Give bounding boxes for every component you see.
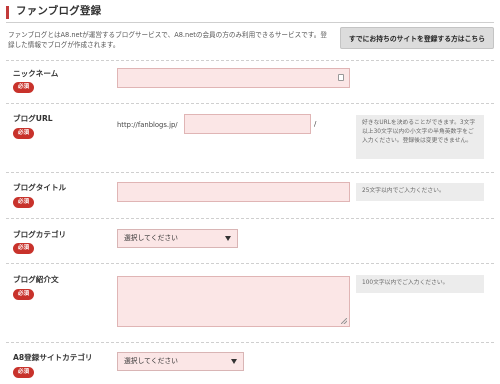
register-existing-site-button[interactable]: すでにお持ちのサイトを登録する方はこちら (340, 27, 494, 49)
intro-text: ファンブログとはA8.netが運営するブログサービスで、A8.netの会員の方の… (8, 31, 327, 49)
blog-intro-textarea[interactable] (117, 276, 350, 327)
required-badge: 必須 (13, 82, 34, 93)
blog-category-select[interactable]: 選択してください (117, 229, 238, 248)
blog-category-label: ブログカテゴリ (13, 230, 67, 239)
row-divider (6, 263, 494, 264)
a8-site-category-selected: 選択してください (124, 357, 178, 365)
required-badge: 必須 (13, 289, 34, 300)
page-header: ファンブログ登録 (0, 0, 500, 24)
nickname-input[interactable] (117, 68, 350, 88)
blog-category-selected: 選択してください (124, 234, 178, 242)
blog-title-label: ブログタイトル (13, 183, 67, 192)
blog-title-input[interactable] (117, 182, 350, 202)
page-title: ファンブログ登録 (16, 5, 102, 17)
blog-title-note: 25文字以内でご入力ください。 (356, 183, 484, 201)
required-badge: 必須 (13, 243, 34, 254)
chevron-down-icon (231, 359, 237, 364)
row-divider (6, 172, 494, 173)
required-badge: 必須 (13, 197, 34, 208)
blog-url-prefix: http://fanblogs.jp/ (117, 121, 178, 129)
blog-url-input[interactable] (184, 114, 311, 134)
header-divider (6, 22, 494, 23)
a8-site-category-label: A8登録サイトカテゴリ (13, 353, 93, 362)
resize-handle-icon[interactable] (341, 318, 347, 324)
required-badge: 必須 (13, 367, 34, 378)
row-divider (6, 103, 494, 104)
row-divider (6, 218, 494, 219)
row-divider (6, 60, 494, 61)
row-divider (6, 342, 494, 343)
a8-site-category-select[interactable]: 選択してください (117, 352, 244, 371)
blog-url-suffix: / (314, 120, 317, 128)
required-badge: 必須 (13, 128, 34, 139)
blog-url-note: 好きなURLを決めることができます。3文字以上30文字以内の小文字の半角英数字を… (356, 115, 484, 159)
autofill-icon (338, 74, 344, 81)
title-accent-bar (6, 6, 9, 19)
blog-url-label: ブログURL (13, 114, 53, 123)
nickname-label: ニックネーム (13, 69, 59, 78)
blog-intro-label: ブログ紹介文 (13, 275, 59, 284)
chevron-down-icon (225, 236, 231, 241)
blog-intro-note: 100文字以内でご入力ください。 (356, 275, 484, 293)
